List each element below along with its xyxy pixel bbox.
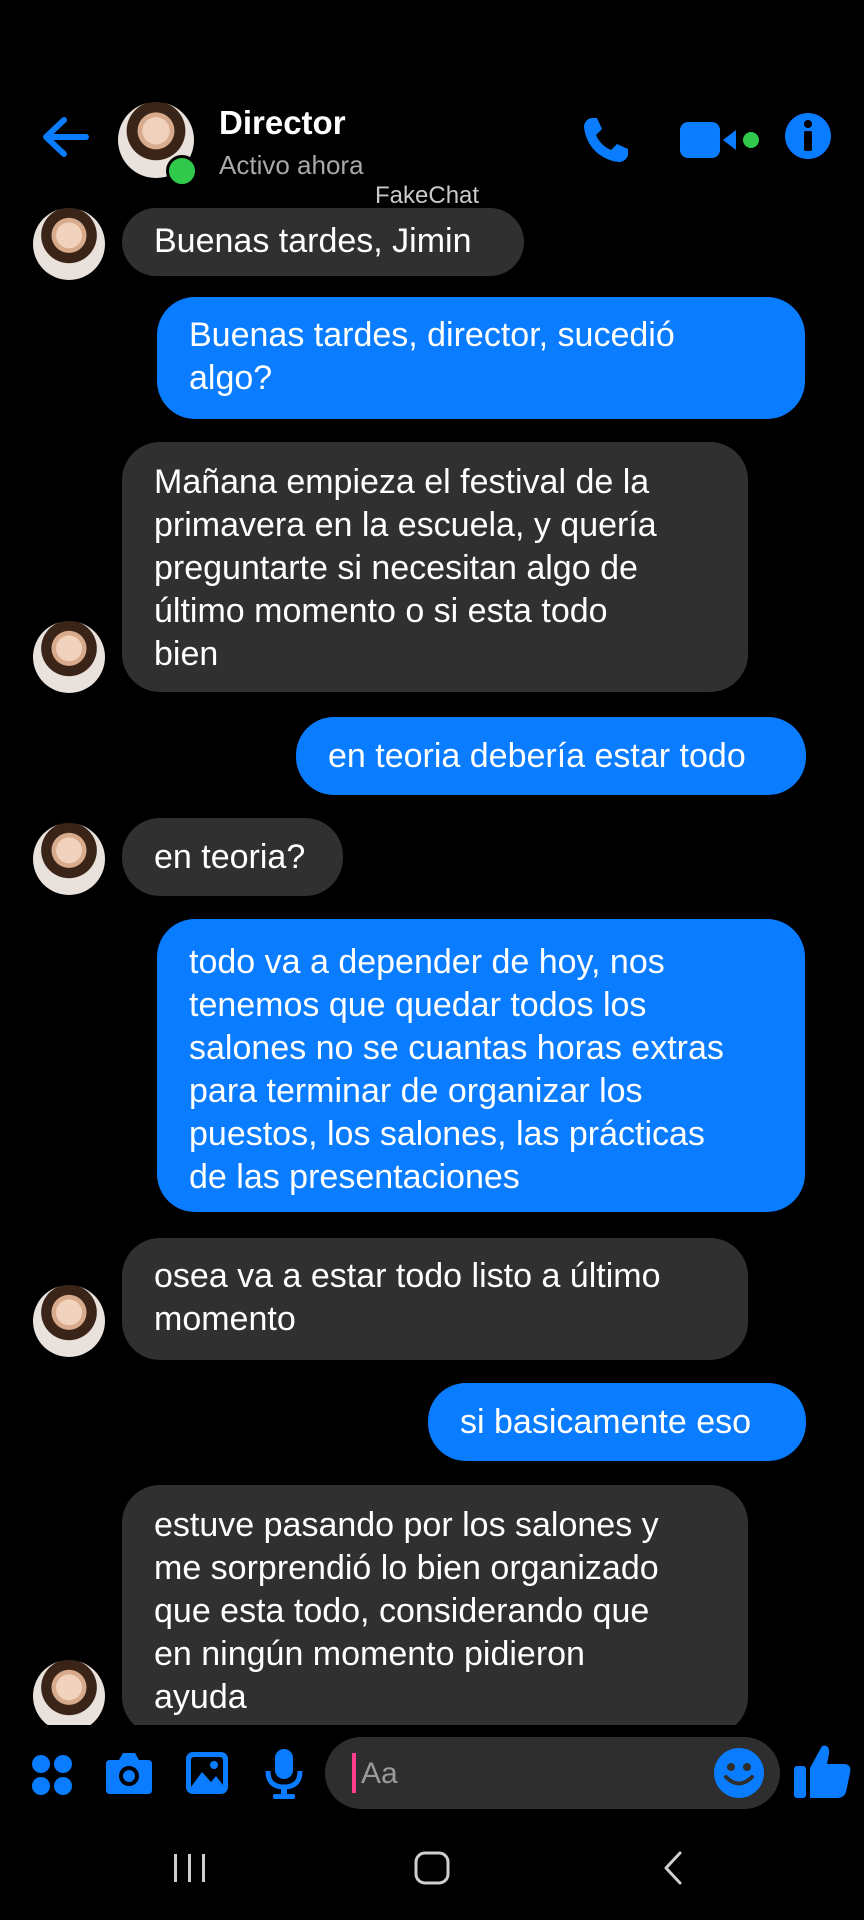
message-bubble-outgoing[interactable]: en teoria debería estar todo: [296, 717, 806, 795]
emoji-icon[interactable]: [712, 1746, 766, 1800]
home-icon[interactable]: [412, 1850, 452, 1886]
thumbs-up-icon[interactable]: [790, 1738, 854, 1802]
back-icon[interactable]: [658, 1850, 688, 1886]
message-bubble-incoming[interactable]: en teoria?: [122, 818, 343, 896]
contact-name[interactable]: Director: [219, 104, 346, 142]
sender-avatar[interactable]: [33, 823, 105, 895]
recent-apps-icon[interactable]: [170, 1852, 210, 1884]
online-status-dot: [166, 155, 198, 187]
back-arrow-icon[interactable]: [38, 110, 92, 164]
contact-status: Activo ahora: [219, 150, 364, 180]
microphone-icon[interactable]: [264, 1747, 304, 1801]
info-icon[interactable]: [784, 112, 832, 160]
message-bubble-incoming[interactable]: estuve pasando por los salones y me sorp…: [122, 1485, 748, 1725]
chat-header: Director Activo ahora FakeChat: [0, 0, 864, 209]
apps-grid-icon[interactable]: [30, 1753, 74, 1797]
message-thread[interactable]: Buenas tardes, Jimin Buenas tardes, dire…: [0, 205, 864, 1725]
message-bubble-outgoing[interactable]: todo va a depender de hoy, nos tenemos q…: [157, 919, 805, 1212]
message-bubble-outgoing[interactable]: Buenas tardes, director, sucedió algo?: [157, 297, 805, 419]
message-bubble-incoming[interactable]: Mañana empieza el festival de la primave…: [122, 442, 748, 692]
text-caret: [352, 1753, 356, 1793]
gallery-icon[interactable]: [184, 1750, 230, 1796]
message-input[interactable]: [359, 1737, 703, 1811]
camera-icon[interactable]: [104, 1750, 154, 1796]
sender-avatar[interactable]: [33, 1285, 105, 1357]
sender-avatar[interactable]: [33, 621, 105, 693]
message-bubble-incoming[interactable]: Buenas tardes, Jimin: [122, 208, 524, 276]
phone-icon[interactable]: [578, 112, 634, 168]
video-camera-icon[interactable]: [678, 118, 766, 162]
message-bubble-incoming[interactable]: osea va a estar todo listo a último mome…: [122, 1238, 748, 1360]
sender-avatar[interactable]: [33, 208, 105, 280]
sender-avatar[interactable]: [33, 1660, 105, 1725]
message-bubble-outgoing[interactable]: si basicamente eso: [428, 1383, 806, 1461]
